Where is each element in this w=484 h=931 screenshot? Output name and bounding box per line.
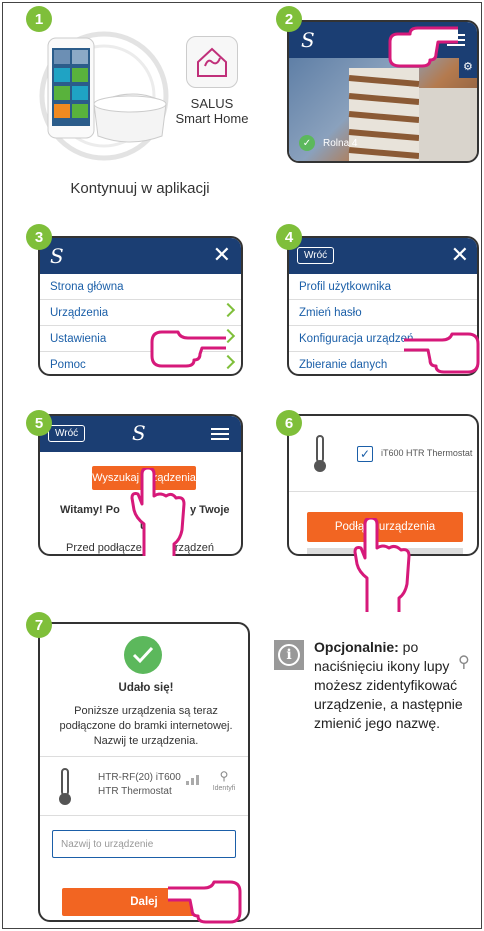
step-badge-1: 1 [26,6,52,32]
device-label-line1: HTR-RF(20) iT600 [98,772,181,783]
thermometer-icon [314,435,326,472]
success-title: Udało się! [118,682,174,694]
pointing-hand-icon [130,468,186,556]
salus-logo-icon: S [132,421,146,445]
pointing-hand-icon [404,332,480,374]
magnifier-icon: ⚲ [458,654,470,671]
step-badge-2: 2 [276,6,302,32]
salus-logo-icon: S [50,244,64,268]
continue-in-app-caption: Kontynuuj w aplikacji [70,180,210,197]
step-badge-6: 6 [276,410,302,436]
app-name: SALUS Smart Home [160,96,264,126]
salus-logo-icon: S [301,28,315,52]
success-message: Poniższe urządzenia są teraz podłączone … [59,705,233,747]
device-label-line2: HTR Thermostat [98,786,172,797]
back-button[interactable]: Wróć [48,425,86,442]
step-badge-5: 5 [26,410,52,436]
magnifier-icon: ⚲ [219,769,229,783]
settings-gear-icon[interactable]: ⚙ [459,58,477,78]
menu-header: S ✕ [40,238,241,274]
identify-label: Identyfi [212,785,236,792]
step-badge-3: 3 [26,224,52,250]
success-check-icon [124,636,162,674]
step-badge-7: 7 [26,612,52,638]
pointing-hand-icon [168,880,242,924]
device-name-input[interactable]: Nazwij to urządzenie [52,830,236,858]
hamburger-menu-icon[interactable] [211,428,229,440]
welcome-text-left: Witamy! Po [60,504,120,516]
salus-app-icon [186,36,238,88]
back-button[interactable]: Wróć [297,247,335,264]
pointing-hand-icon [388,26,458,68]
device-row: HTR-RF(20) iT600 HTR Thermostat ⚲ Identy… [40,756,248,816]
location-name: Rolna 4 [323,138,358,149]
info-icon: i [274,640,304,670]
optional-note: Opcjonalnie: po naciśnięciu ikony lupy m… [314,638,480,733]
menu-item-user-profile[interactable]: Profil użytkownika [289,274,477,300]
close-icon[interactable]: ✕ [451,244,469,266]
app-name-line2: Smart Home [175,111,249,126]
device-checkbox[interactable]: ✓ [357,446,373,462]
phone-hub-illustration [26,24,176,164]
building-photo: ⚙ ✓ Rolna 4 [289,58,477,161]
device-name: iT600 HTR Thermostat [381,448,473,458]
pointing-hand-icon [353,518,411,612]
app-name-line1: SALUS [190,96,234,111]
check-status-icon: ✓ [299,135,315,151]
thermometer-icon [59,768,71,805]
close-icon[interactable]: ✕ [213,244,231,266]
device-row: ✓ iT600 HTR Thermostat [289,416,477,492]
device-name-placeholder: Nazwij to urządzenie [61,839,154,850]
device-label: HTR-RF(20) iT600 HTR Thermostat [98,771,181,799]
welcome-text-right: y Twoje [190,504,230,516]
devices-header: Wróć S [40,416,241,452]
settings-header: Wróć ✕ [289,238,477,274]
signal-strength-icon [186,775,199,785]
identify-button[interactable]: ⚲ Identyfi [212,767,236,792]
step-badge-4: 4 [276,224,302,250]
menu-item-home[interactable]: Strona główna [40,274,241,300]
pointing-hand-icon [150,330,226,368]
note-bold-text: Opcjonalnie: [314,639,399,655]
